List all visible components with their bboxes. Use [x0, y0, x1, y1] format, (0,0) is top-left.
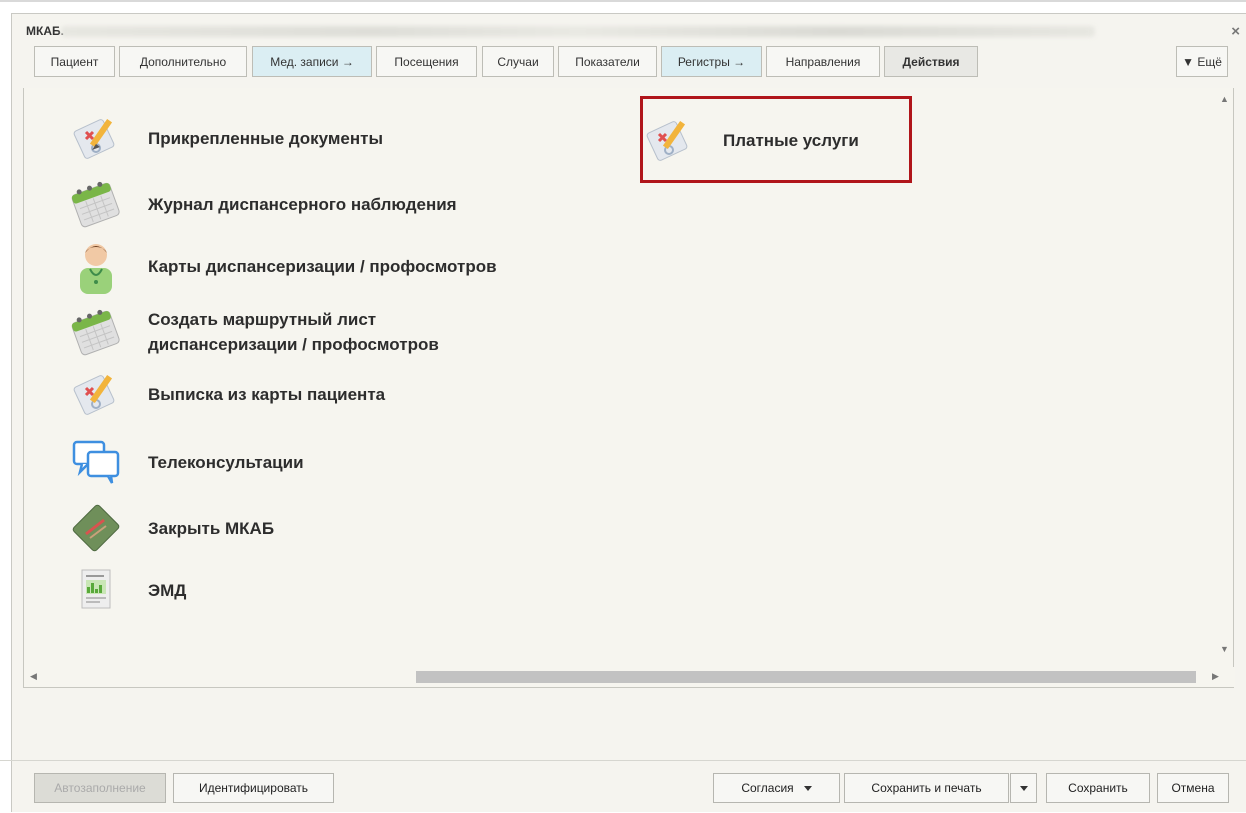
autofill-button[interactable]: Автозаполнение — [34, 773, 166, 803]
scroll-up-arrow-icon[interactable]: ▲ — [1220, 94, 1229, 104]
tab-visits[interactable]: Посещения — [376, 46, 477, 77]
action-label-line-2: диспансеризации / профосмотров — [148, 335, 439, 354]
save-and-print-menu-button[interactable] — [1010, 773, 1037, 803]
action-label: ЭМД — [148, 580, 187, 600]
actions-panel: Прикрепленные документы Журнал диспансер… — [23, 88, 1235, 688]
action-label: Телеконсультации — [148, 452, 304, 472]
doctor-icon — [68, 238, 124, 294]
save-and-print-button[interactable]: Сохранить и печать — [844, 773, 1009, 803]
dialog-titlebar: МКАБ. × — [12, 14, 1246, 44]
action-emd[interactable]: ЭМД — [68, 562, 186, 618]
calendar-icon — [68, 176, 124, 232]
tab-indicators[interactable]: Показатели — [558, 46, 657, 77]
tab-more[interactable]: ▼ Ещё — [1176, 46, 1228, 77]
tab-cases[interactable]: Случаи — [482, 46, 554, 77]
redacted-patient-info — [61, 26, 1095, 37]
identify-button[interactable]: Идентифицировать — [173, 773, 334, 803]
action-label: Закрыть МКАБ — [148, 518, 275, 538]
tab-actions[interactable]: Действия — [884, 46, 978, 77]
tab-additional[interactable]: Дополнительно — [119, 46, 247, 77]
scroll-right-arrow-icon[interactable]: ▶ — [1212, 671, 1219, 682]
tab-patient[interactable]: Пациент — [34, 46, 115, 77]
action-attached-documents[interactable]: Прикрепленные документы — [68, 110, 383, 166]
scroll-left-arrow-icon[interactable]: ◀ — [30, 671, 37, 682]
highlight-frame — [640, 96, 912, 183]
chat-bubbles-icon — [68, 434, 124, 490]
close-icon[interactable]: × — [1231, 23, 1240, 40]
scroll-down-arrow-icon[interactable]: ▼ — [1220, 644, 1229, 654]
calendar-icon — [68, 304, 124, 360]
action-dispensary-cards[interactable]: Карты диспансеризации / профосмотров — [68, 238, 497, 294]
action-close-mkab[interactable]: Закрыть МКАБ — [68, 500, 274, 556]
tab-directions[interactable]: Направления — [766, 46, 880, 77]
document-pencil-icon — [68, 366, 124, 422]
action-teleconsultations[interactable]: Телеконсультации — [68, 434, 304, 490]
chevron-down-icon — [1019, 785, 1028, 791]
document-pencil-icon — [68, 110, 124, 166]
horizontal-scrollbar[interactable]: ◀ ▶ — [24, 667, 1235, 687]
action-label-line-1: Создать маршрутный лист — [148, 310, 377, 329]
tab-med-records[interactable]: Мед. записи → — [252, 46, 372, 77]
top-border — [0, 0, 1246, 2]
action-label: Выписка из карты пациента — [148, 384, 386, 404]
action-label: Журнал диспансерного наблюдения — [148, 194, 457, 214]
action-label: Прикрепленные документы — [148, 128, 383, 148]
vertical-scrollbar[interactable]: ▲ ▼ — [1215, 88, 1233, 668]
action-patient-extract[interactable]: Выписка из карты пациента — [68, 366, 385, 422]
horizontal-scrollbar-thumb[interactable] — [416, 671, 1196, 683]
action-label: Создать маршрутный лист диспансеризации … — [148, 307, 439, 357]
report-document-icon — [68, 562, 124, 618]
chevron-down-icon — [803, 785, 812, 791]
action-dispensary-journal[interactable]: Журнал диспансерного наблюдения — [68, 176, 457, 232]
dialog-title: МКАБ. — [26, 24, 64, 38]
cancel-button[interactable]: Отмена — [1157, 773, 1229, 803]
action-create-route-sheet[interactable]: Создать маршрутный лист диспансеризации … — [68, 304, 439, 360]
closed-card-icon — [68, 500, 124, 556]
save-button[interactable]: Сохранить — [1046, 773, 1150, 803]
action-label: Карты диспансеризации / профосмотров — [148, 256, 497, 276]
consents-dropdown-button[interactable]: Согласия — [713, 773, 840, 803]
tab-registers[interactable]: Регистры → — [661, 46, 762, 77]
consents-label: Согласия — [741, 781, 794, 795]
